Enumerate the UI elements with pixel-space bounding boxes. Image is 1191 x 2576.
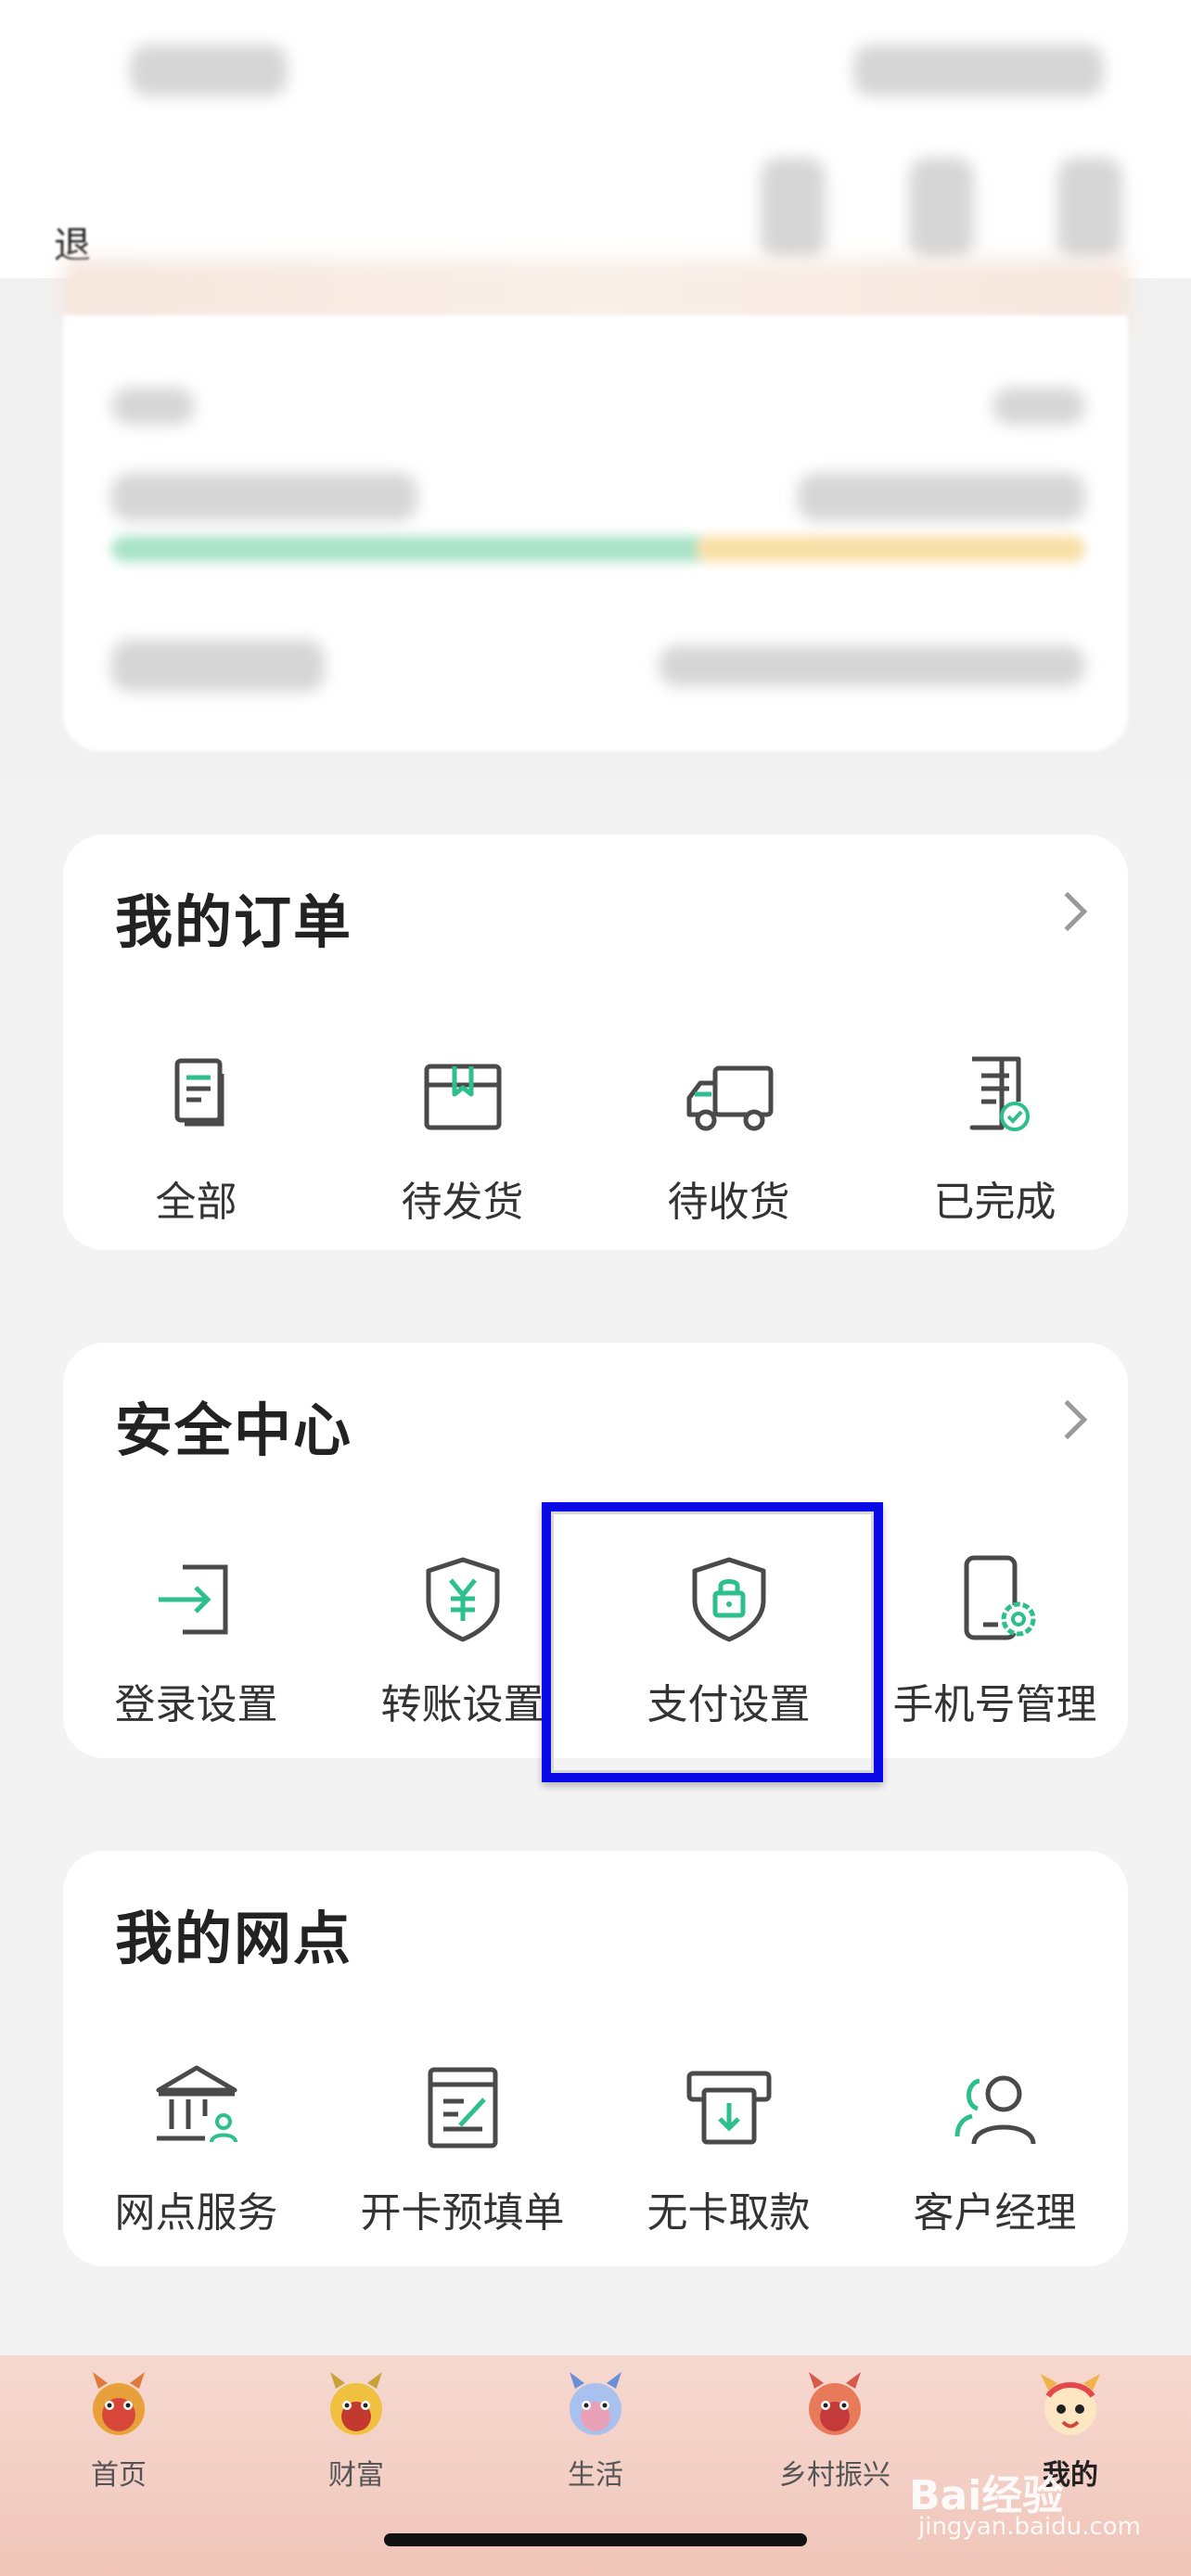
- cardless-withdraw-label: 无卡取款: [647, 2189, 811, 2237]
- blurred-amount-1: [111, 473, 417, 521]
- card-prefill-label: 开卡预填单: [360, 2189, 565, 2237]
- tab-wealth[interactable]: 财富: [282, 2368, 430, 2493]
- blurred-row-value: [659, 645, 1085, 686]
- blurred-label-2: [992, 388, 1085, 425]
- customer-manager-item[interactable]: 客户经理: [862, 2057, 1128, 2238]
- tab-home[interactable]: 首页: [45, 2368, 193, 2493]
- security-chevron-right-icon[interactable]: [1047, 1399, 1088, 1440]
- order-completed-label: 已完成: [933, 1179, 1057, 1226]
- outlets-title: 我的网点: [115, 1905, 353, 1972]
- phone-management-item[interactable]: 手机号管理: [862, 1549, 1128, 1730]
- order-all-item[interactable]: 全部: [63, 1046, 329, 1228]
- tab-rural-label: 乡村振兴: [779, 2459, 890, 2492]
- orders-chevron-right-icon[interactable]: [1047, 891, 1088, 932]
- tab-rural[interactable]: 乡村振兴: [761, 2368, 909, 2493]
- blurred-account-area: 退: [0, 0, 1191, 779]
- atm-withdraw-icon: [686, 2071, 771, 2145]
- outlet-service-item[interactable]: 网点服务: [63, 2057, 329, 2238]
- blurred-shortcut-2: [909, 158, 974, 260]
- phone-gear-icon: [964, 1555, 1035, 1640]
- order-completed-item[interactable]: 已完成: [862, 1046, 1128, 1228]
- blurred-progress-yellow: [696, 536, 1085, 562]
- cardless-withdraw-item[interactable]: 无卡取款: [596, 2057, 862, 2238]
- security-title: 安全中心: [115, 1396, 353, 1464]
- transfer-settings-item[interactable]: 转账设置: [329, 1549, 596, 1730]
- blurred-title: [130, 45, 288, 96]
- payment-settings-label: 支付设置: [647, 1681, 811, 1728]
- login-arrow-icon: [158, 1564, 227, 1635]
- order-to-ship-label: 待发货: [401, 1179, 524, 1226]
- customer-manager-label: 客户经理: [913, 2189, 1077, 2237]
- delivery-truck-icon: [686, 1065, 773, 1131]
- transfer-settings-label: 转账设置: [380, 1681, 544, 1728]
- dragon-life-mascot-icon: [570, 2372, 621, 2435]
- blurred-top-actions: [853, 45, 1104, 96]
- blurred-shortcut-3: [1057, 158, 1122, 260]
- order-to-receive-item[interactable]: 待收货: [596, 1046, 862, 1228]
- blurred-header: [0, 0, 1191, 278]
- blurred-progress-green: [111, 536, 705, 562]
- bank-building-icon: [156, 2065, 237, 2143]
- blurred-label-1: [111, 388, 195, 425]
- dragon-mascot-icon: [93, 2372, 145, 2435]
- card-prefill-item[interactable]: 开卡预填单: [329, 2057, 596, 2238]
- customer-manager-icon: [954, 2075, 1035, 2145]
- login-settings-label: 登录设置: [114, 1681, 278, 1728]
- order-to-ship-item[interactable]: 待发货: [329, 1046, 596, 1228]
- shield-yen-icon: [426, 1557, 499, 1642]
- login-settings-item[interactable]: 登录设置: [63, 1549, 329, 1730]
- orders-card: 我的订单 全部 待发货 待收货 已完成: [63, 835, 1128, 1250]
- blurred-row-label: [111, 640, 325, 692]
- dragon-wealth-mascot-icon: [330, 2372, 382, 2435]
- outlets-card: 我的网点 网点服务 开卡预填单 无卡取款 客户经理: [63, 1851, 1128, 2266]
- order-to-receive-label: 待收货: [667, 1179, 790, 1226]
- blurred-amount-2: [798, 473, 1085, 521]
- document-check-icon: [969, 1056, 1030, 1131]
- edit-form-icon: [428, 2067, 497, 2149]
- package-box-icon: [424, 1064, 501, 1130]
- order-all-label: 全部: [155, 1179, 237, 1226]
- blurred-shortcut-1: [761, 158, 826, 260]
- tab-life[interactable]: 生活: [521, 2368, 670, 2493]
- home-indicator[interactable]: [384, 2533, 807, 2546]
- tab-life-label: 生活: [568, 2459, 623, 2492]
- dragon-rural-mascot-icon: [809, 2372, 861, 2435]
- payment-settings-item[interactable]: 支付设置: [596, 1549, 862, 1730]
- tab-home-label: 首页: [91, 2459, 147, 2492]
- security-card: 安全中心 登录设置 转账设置 支付设置 手机号管理: [63, 1343, 1128, 1758]
- orders-title: 我的订单: [115, 888, 353, 956]
- outlet-service-label: 网点服务: [114, 2189, 278, 2237]
- phone-management-label: 手机号管理: [892, 1681, 1097, 1728]
- tab-wealth-label: 财富: [328, 2459, 384, 2492]
- dragon-mine-mascot-icon: [1041, 2374, 1100, 2435]
- document-list-icon: [174, 1058, 224, 1127]
- watermark-url: jingyan.baidu.com: [918, 2513, 1141, 2541]
- shield-lock-icon: [692, 1557, 765, 1642]
